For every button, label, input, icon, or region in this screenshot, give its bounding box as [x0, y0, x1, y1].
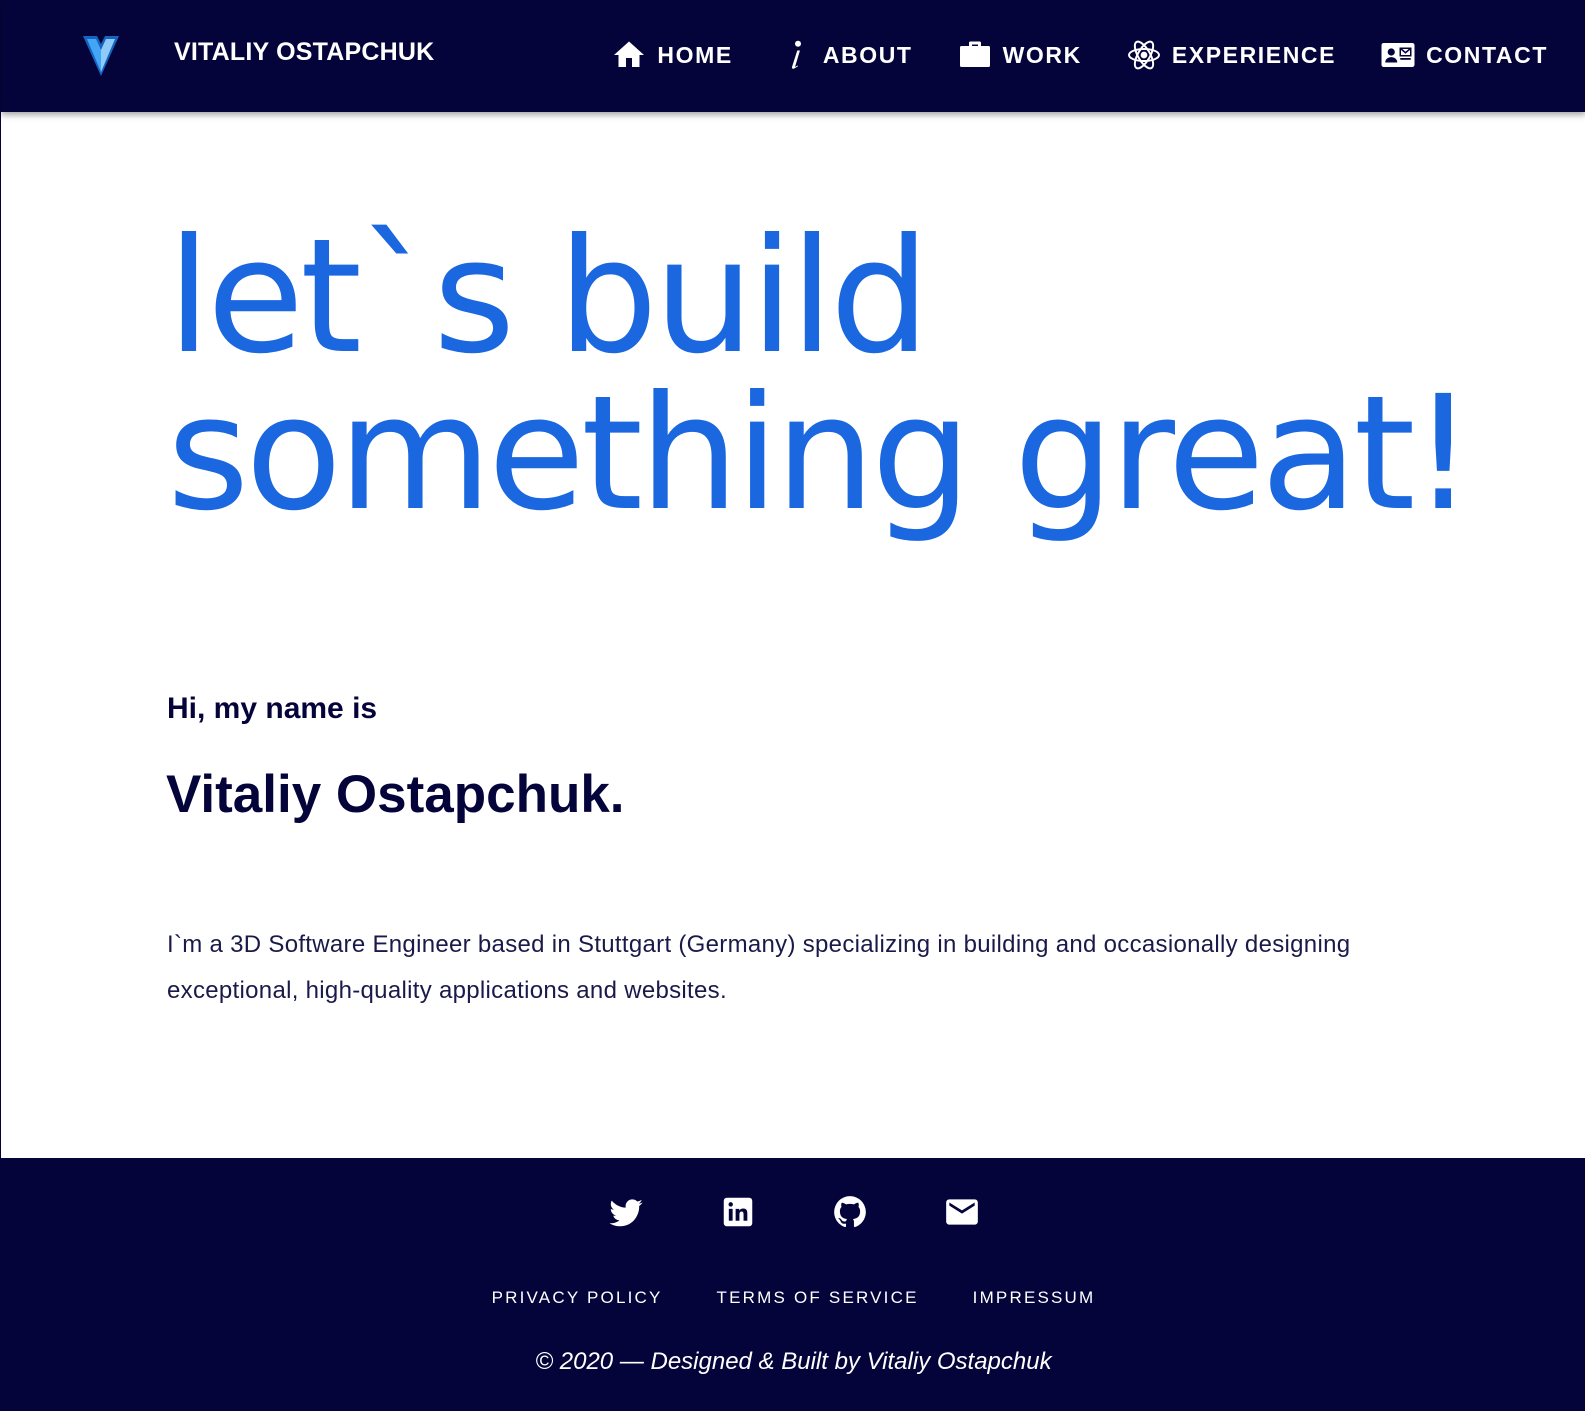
nav-about-label: ABOUT [822, 41, 913, 68]
top-app-bar: VITALIY OSTAPCHUK HOME ABOUT WORK EXPERI… [1, 0, 1585, 112]
nav-home-label: HOME [657, 41, 733, 68]
bio-paragraph: I`m a 3D Software Engineer based in Stut… [167, 931, 1351, 1004]
nav-home[interactable]: HOME [611, 37, 732, 73]
twitter-link[interactable] [606, 1192, 646, 1232]
owner-name: Vitaliy Ostapchuk. [166, 765, 625, 824]
copyright-text: © 2020 — Designed & Built by Vitaliy Ost… [535, 1348, 1052, 1375]
nav-work[interactable]: WORK [957, 37, 1082, 73]
page: VITALIY OSTAPCHUK HOME ABOUT WORK EXPERI… [0, 0, 1585, 1411]
nav-experience-label: EXPERIENCE [1171, 41, 1337, 68]
hero-headline-line-1: let`s build [167, 205, 930, 389]
twitter-icon [608, 1199, 643, 1227]
legal-links: PRIVACY POLICY TERMS OF SERVICE IMPRESSU… [1, 1288, 1585, 1308]
atom-icon [1126, 37, 1162, 73]
email-link[interactable] [942, 1192, 982, 1232]
nav-contact[interactable]: CONTACT [1380, 37, 1548, 73]
logo-icon[interactable] [83, 36, 119, 76]
home-icon [611, 37, 647, 73]
briefcase-icon [957, 37, 993, 73]
linkedin-icon [723, 1197, 752, 1227]
nav-work-label: WORK [1002, 41, 1082, 68]
terms-of-service-link[interactable]: TERMS OF SERVICE [717, 1288, 919, 1308]
email-icon [945, 1199, 978, 1225]
linkedin-link[interactable] [718, 1192, 758, 1232]
greeting-text: Hi, my name is [167, 692, 378, 725]
contact-card-icon [1380, 37, 1416, 73]
nav-contact-label: CONTACT [1426, 41, 1548, 68]
github-icon [833, 1196, 866, 1228]
nav-about[interactable]: ABOUT [777, 37, 913, 73]
info-icon [777, 37, 813, 73]
hero-headline-line-2: something great! [167, 362, 1475, 546]
impressum-link[interactable]: IMPRESSUM [973, 1288, 1096, 1308]
main-nav: HOME ABOUT WORK EXPERIENCE CONTACT [611, 30, 1548, 80]
footer: PRIVACY POLICY TERMS OF SERVICE IMPRESSU… [1, 1158, 1585, 1411]
nav-experience[interactable]: EXPERIENCE [1126, 37, 1336, 73]
privacy-policy-link[interactable]: PRIVACY POLICY [492, 1288, 663, 1308]
social-links [1, 1192, 1585, 1232]
github-link[interactable] [830, 1192, 870, 1232]
brand-name[interactable]: VITALIY OSTAPCHUK [174, 38, 434, 67]
